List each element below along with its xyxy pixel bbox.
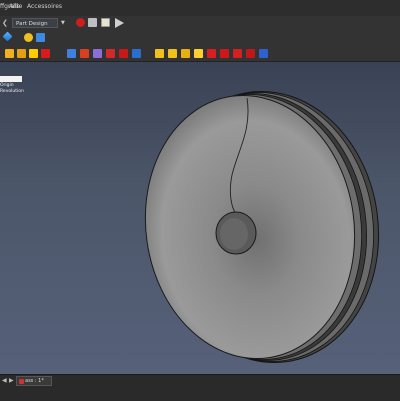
pad-icon[interactable]: [155, 49, 164, 58]
tree-item-revolution[interactable]: Revolution: [0, 89, 24, 95]
record-macro-icon[interactable]: [76, 18, 85, 27]
groove-icon[interactable]: [233, 49, 242, 58]
revolution-icon[interactable]: [168, 49, 177, 58]
tree-header[interactable]: [0, 76, 22, 82]
pipe-icon[interactable]: [194, 49, 203, 58]
workbench-selector[interactable]: Part Design: [12, 18, 58, 28]
chevron-down-icon[interactable]: ▼: [61, 20, 65, 26]
check-geometry-icon[interactable]: [41, 49, 50, 58]
shape-binder-icon[interactable]: [119, 49, 128, 58]
hole-icon[interactable]: [220, 49, 229, 58]
play-icon[interactable]: [115, 18, 124, 28]
create-body-icon[interactable]: [5, 49, 14, 58]
local-cs-icon[interactable]: [106, 49, 115, 58]
menu-item-accessoires[interactable]: Accessoires: [27, 2, 62, 12]
macros-icon[interactable]: [101, 18, 110, 27]
status-bar: [0, 374, 400, 401]
draw-style-icon[interactable]: [24, 33, 33, 42]
datum-line-icon[interactable]: [80, 49, 89, 58]
create-sketch-icon[interactable]: [17, 49, 26, 58]
validate-sketch-icon[interactable]: [29, 49, 38, 58]
menu-bar: ffgrafe Aide Accessoires: [0, 0, 400, 17]
document-tab[interactable]: ass : 1*: [16, 376, 52, 386]
revolution-model[interactable]: [0, 62, 400, 374]
document-tab-label: ass : 1*: [25, 378, 44, 384]
menu-item-aide-label[interactable]: Aide: [9, 2, 22, 12]
subtractive-loft-icon[interactable]: [246, 49, 255, 58]
tab-scroll-left-icon[interactable]: ◀: [2, 377, 7, 384]
loft-icon[interactable]: [181, 49, 190, 58]
view-toolbar: [0, 31, 400, 45]
document-icon: [19, 379, 24, 384]
stop-macro-icon[interactable]: [88, 18, 97, 27]
subtractive-pipe-icon[interactable]: [259, 49, 268, 58]
datum-point-icon[interactable]: [67, 49, 76, 58]
workbench-toolbar: [0, 16, 400, 31]
datum-plane-icon[interactable]: [93, 49, 102, 58]
arrow-left-icon[interactable]: ❮: [2, 19, 8, 27]
tab-scroll-right-icon[interactable]: ▶: [9, 377, 14, 384]
clone-icon[interactable]: [132, 49, 141, 58]
folder-icon[interactable]: [36, 33, 45, 42]
pocket-icon[interactable]: [207, 49, 216, 58]
